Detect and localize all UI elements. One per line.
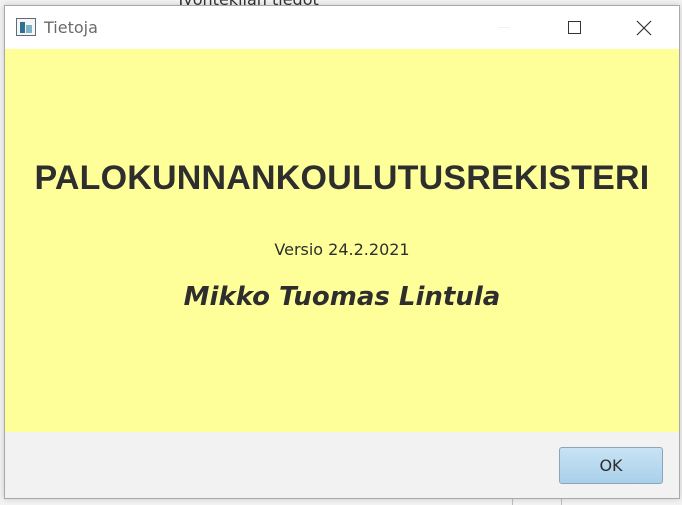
minimize-button[interactable] — [469, 6, 539, 49]
about-content: PALOKUNNANKOULUTUSREKISTERI Versio 24.2.… — [5, 49, 679, 432]
ok-button[interactable]: OK — [559, 447, 663, 484]
about-dialog: Tietoja PALOKUNNANKOULUTUSREKISTERI Vers… — [4, 5, 680, 499]
close-icon — [636, 20, 652, 35]
version-text: Versio 24.2.2021 — [274, 240, 410, 259]
minimize-icon — [498, 27, 510, 28]
maximize-icon — [567, 21, 581, 34]
app-window-icon — [16, 18, 36, 36]
close-button[interactable] — [609, 6, 679, 49]
window-title: Tietoja — [44, 18, 98, 37]
title-bar[interactable]: Tietoja — [5, 6, 679, 49]
app-name-heading: PALOKUNNANKOULUTUSREKISTERI — [34, 159, 650, 197]
dialog-button-bar: OK — [5, 432, 679, 498]
author-name: Mikko Tuomas Lintula — [183, 282, 501, 312]
maximize-button[interactable] — [539, 6, 609, 49]
